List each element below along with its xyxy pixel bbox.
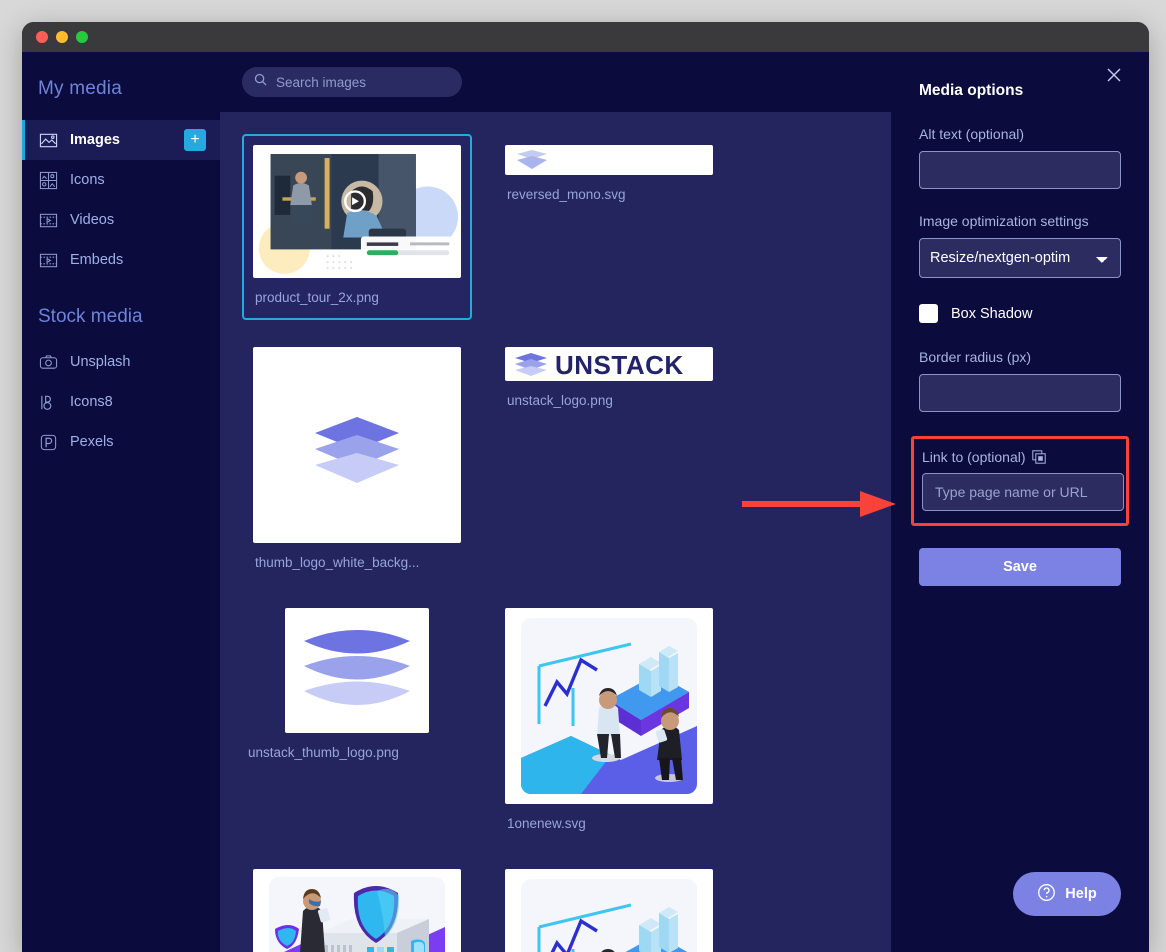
camera-icon bbox=[39, 353, 58, 372]
media-thumbnail bbox=[253, 347, 461, 543]
media-cell: 1onenew.svg bbox=[494, 597, 724, 842]
add-media-button[interactable]: + bbox=[184, 129, 206, 151]
media-filename: 1onenew.svg bbox=[505, 804, 713, 831]
sidebar-item-icons8[interactable]: Icons8 bbox=[22, 382, 220, 422]
icons8-icon bbox=[39, 393, 58, 412]
media-thumbnail bbox=[285, 608, 429, 733]
sidebar-item-label: Images bbox=[70, 132, 172, 148]
media-card-1onenew[interactable]: 1onenew.svg bbox=[494, 597, 724, 842]
question-circle-icon bbox=[1037, 883, 1056, 906]
window-close-button[interactable] bbox=[36, 31, 48, 43]
sidebar-item-unsplash[interactable]: Unsplash bbox=[22, 342, 220, 382]
media-card-thumb-logo-white[interactable]: thumb_logo_white_backg... bbox=[242, 336, 472, 581]
save-button[interactable]: Save bbox=[919, 548, 1121, 586]
media-thumbnail: UNSTACK bbox=[505, 347, 713, 381]
box-shadow-toggle[interactable]: Box Shadow bbox=[919, 304, 1121, 323]
film-icon bbox=[39, 211, 58, 230]
media-content-area: Search images bbox=[220, 52, 891, 952]
window-minimize-button[interactable] bbox=[56, 31, 68, 43]
media-thumbnail bbox=[253, 869, 461, 952]
link-to-field[interactable] bbox=[922, 473, 1124, 511]
media-cell bbox=[242, 858, 472, 952]
media-cell: reversed_mono.svg bbox=[494, 134, 724, 213]
icons-grid-icon bbox=[39, 171, 58, 190]
media-cell: unstack_thumb_logo.png bbox=[242, 597, 472, 771]
media-thumbnail bbox=[505, 869, 713, 952]
sidebar-item-label: Pexels bbox=[70, 434, 220, 450]
search-placeholder: Search images bbox=[276, 75, 366, 90]
media-cell: thumb_logo_white_backg... bbox=[242, 336, 472, 581]
alt-text-field[interactable] bbox=[919, 151, 1121, 189]
media-card-unstack-thumb-logo[interactable]: unstack_thumb_logo.png bbox=[242, 597, 472, 771]
optimization-select[interactable]: Resize/nextgen-optim bbox=[919, 238, 1121, 278]
link-to-label-text: Link to (optional) bbox=[922, 449, 1026, 465]
sidebar-item-label: Unsplash bbox=[70, 354, 220, 370]
sidebar-item-label: Icons8 bbox=[70, 394, 220, 410]
sidebar-item-images[interactable]: Images + bbox=[22, 120, 220, 160]
content-topbar: Search images bbox=[220, 52, 891, 112]
sidebar-item-embeds[interactable]: Embeds bbox=[22, 240, 220, 280]
box-shadow-checkbox[interactable] bbox=[919, 304, 938, 323]
sidebar-title: My media bbox=[22, 70, 220, 120]
border-radius-label: Border radius (px) bbox=[919, 349, 1121, 365]
svg-text:UNSTACK: UNSTACK bbox=[555, 350, 684, 380]
media-thumbnail bbox=[505, 145, 713, 175]
image-icon bbox=[39, 131, 58, 150]
search-icon bbox=[254, 73, 267, 91]
copy-icon[interactable] bbox=[1032, 450, 1046, 464]
media-options-panel: Media options Alt text (optional) Image … bbox=[891, 52, 1149, 952]
link-to-section-highlight: Link to (optional) bbox=[911, 436, 1129, 526]
optimization-label: Image optimization settings bbox=[919, 213, 1121, 229]
media-grid: product_tour_2x.png bbox=[242, 134, 871, 952]
search-input[interactable]: Search images bbox=[242, 67, 462, 97]
help-label: Help bbox=[1065, 886, 1096, 902]
media-filename: thumb_logo_white_backg... bbox=[253, 543, 461, 570]
window-titlebar bbox=[22, 22, 1149, 52]
media-thumbnail bbox=[505, 608, 713, 804]
media-card-product-tour[interactable]: product_tour_2x.png bbox=[242, 134, 472, 320]
sidebar-item-videos[interactable]: Videos bbox=[22, 200, 220, 240]
film-icon bbox=[39, 251, 58, 270]
app-window: My media Images + bbox=[22, 22, 1149, 952]
sidebar-item-label: Icons bbox=[70, 172, 220, 188]
window-maximize-button[interactable] bbox=[76, 31, 88, 43]
box-shadow-label: Box Shadow bbox=[951, 306, 1032, 322]
media-card-chart2[interactable] bbox=[494, 858, 724, 952]
media-filename: reversed_mono.svg bbox=[505, 175, 713, 202]
sidebar-item-pexels[interactable]: Pexels bbox=[22, 422, 220, 462]
sidebar-section-stock-media: Stock media bbox=[22, 280, 220, 342]
sidebar-item-icons[interactable]: Icons bbox=[22, 160, 220, 200]
media-card-unstack-logo[interactable]: UNSTACK unstack_logo.png bbox=[494, 336, 724, 419]
media-card-reversed-mono[interactable]: reversed_mono.svg bbox=[494, 134, 724, 213]
window-body: My media Images + bbox=[22, 52, 1149, 952]
panel-title: Media options bbox=[919, 82, 1121, 100]
media-cell: UNSTACK unstack_logo.png bbox=[494, 336, 724, 419]
close-icon[interactable] bbox=[1103, 64, 1125, 86]
help-button[interactable]: Help bbox=[1013, 872, 1121, 916]
pexels-icon bbox=[39, 433, 58, 452]
alt-text-label: Alt text (optional) bbox=[919, 126, 1121, 142]
media-thumbnail bbox=[253, 145, 461, 278]
media-grid-scroll[interactable]: product_tour_2x.png bbox=[220, 112, 891, 952]
media-filename: product_tour_2x.png bbox=[253, 278, 461, 309]
media-card-shield[interactable] bbox=[242, 858, 472, 952]
border-radius-field[interactable] bbox=[919, 374, 1121, 412]
sidebar: My media Images + bbox=[22, 52, 220, 952]
media-cell: product_tour_2x.png bbox=[242, 134, 472, 320]
media-filename: unstack_thumb_logo.png bbox=[246, 733, 429, 760]
media-filename: unstack_logo.png bbox=[505, 381, 713, 408]
media-cell bbox=[494, 858, 724, 952]
sidebar-item-label: Embeds bbox=[70, 252, 220, 268]
sidebar-item-label: Videos bbox=[70, 212, 220, 228]
link-to-label: Link to (optional) bbox=[922, 449, 1118, 465]
